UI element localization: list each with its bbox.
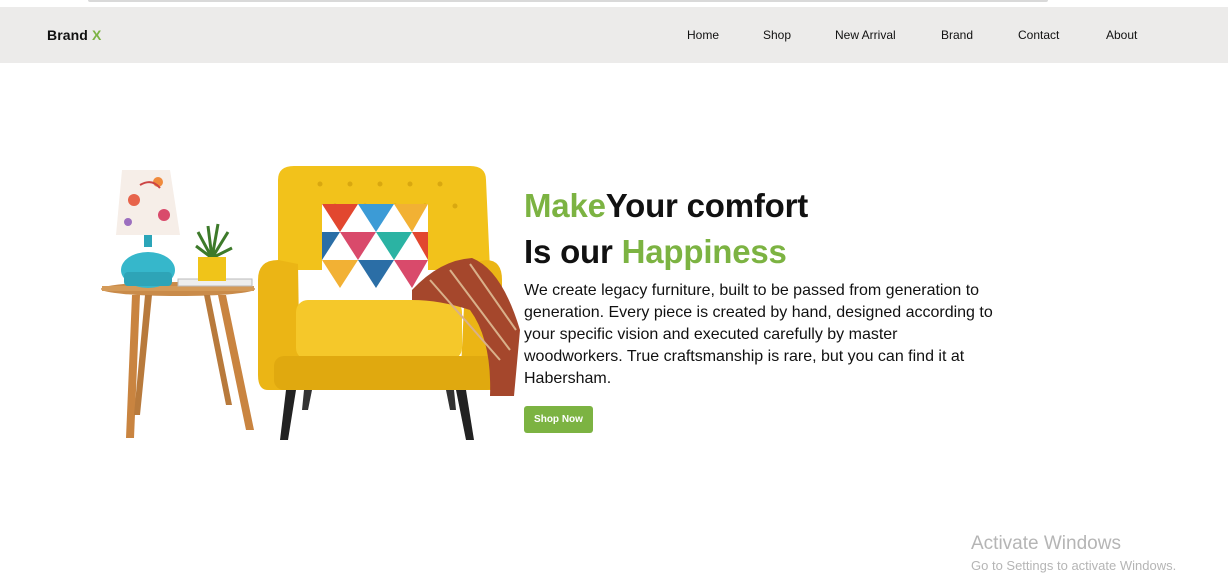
hero-furniture-image [101, 166, 520, 440]
headline-your-comfort: Your comfort [605, 187, 809, 224]
hero-headline-line1: MakeYour comfort [524, 186, 808, 226]
headline-accent-make: Make [524, 187, 606, 224]
activate-windows-title: Activate Windows [971, 533, 1121, 554]
nav-about[interactable]: About [1106, 28, 1137, 42]
nav-home[interactable]: Home [687, 28, 719, 42]
lamp [116, 170, 180, 288]
nav-contact[interactable]: Contact [1018, 28, 1059, 42]
plant [195, 223, 233, 281]
pillow [322, 204, 428, 300]
headline-accent-happiness: Happiness [621, 233, 787, 270]
side-table [101, 282, 255, 438]
navbar: Brand X Home Shop New Arrival Brand Cont… [0, 7, 1228, 63]
brand-logo[interactable]: Brand X [47, 27, 101, 43]
shop-now-button[interactable]: Shop Now [524, 406, 593, 433]
hero-description: We create legacy furniture, built to be … [524, 282, 993, 387]
hero-headline-line2: Is our Happiness [524, 232, 787, 272]
activate-windows-subtitle: Go to Settings to activate Windows. [971, 558, 1177, 573]
headline-is-our: Is our [524, 233, 622, 270]
brand-mark: X [91, 27, 102, 43]
nav-new-arrival[interactable]: New Arrival [835, 28, 896, 42]
browser-top-line [88, 0, 1048, 2]
nav-shop[interactable]: Shop [763, 28, 791, 42]
brand-name: Brand [47, 27, 88, 43]
nav-brand[interactable]: Brand [941, 28, 973, 42]
